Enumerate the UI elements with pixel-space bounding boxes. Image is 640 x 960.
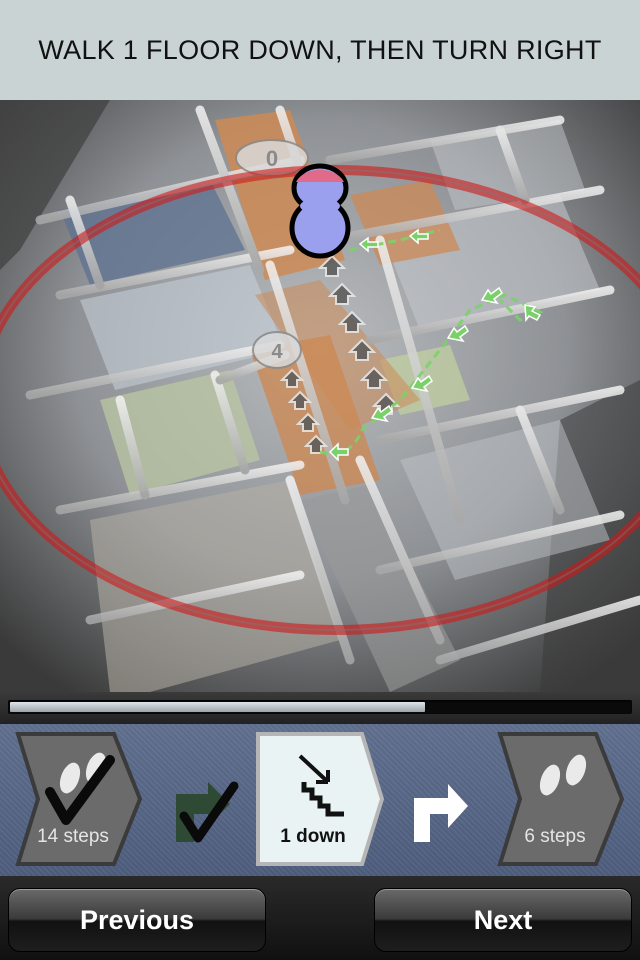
step-label: 1 down [280, 826, 346, 847]
step-label: 6 steps [524, 826, 586, 847]
progress-track [8, 700, 632, 714]
step-turn-left[interactable] [164, 764, 254, 854]
bottom-navigation: Previous Next [0, 876, 640, 960]
step-walk-14-steps[interactable]: 14 steps [14, 730, 144, 868]
room-number-4: 4 [252, 331, 302, 369]
ar-map-view[interactable]: 0 4 [0, 100, 640, 692]
svg-text:4: 4 [271, 341, 283, 363]
route-progress [0, 692, 640, 724]
previous-button-label: Previous [79, 904, 195, 935]
turn-right-arrow-icon [414, 784, 468, 842]
step-turn-right[interactable] [404, 764, 494, 854]
next-button-label: Next [473, 904, 533, 935]
instruction-banner: WALK 1 FLOOR DOWN, THEN TURN RIGHT [0, 0, 640, 100]
svg-text:0: 0 [266, 146, 278, 171]
step-walk-6-steps[interactable]: 6 steps [496, 730, 626, 868]
next-button[interactable]: Next [374, 888, 632, 952]
step-label: 14 steps [37, 826, 109, 847]
step-strip[interactable]: 14 steps 1 down 6 steps [0, 724, 640, 876]
instruction-text: WALK 1 FLOOR DOWN, THEN TURN RIGHT [38, 34, 602, 65]
user-location-marker [289, 163, 351, 259]
step-stairs-1-down[interactable]: 1 down [254, 730, 384, 868]
progress-fill [10, 702, 425, 712]
previous-button[interactable]: Previous [8, 888, 266, 952]
floor-plan-map: 0 4 [0, 100, 640, 692]
